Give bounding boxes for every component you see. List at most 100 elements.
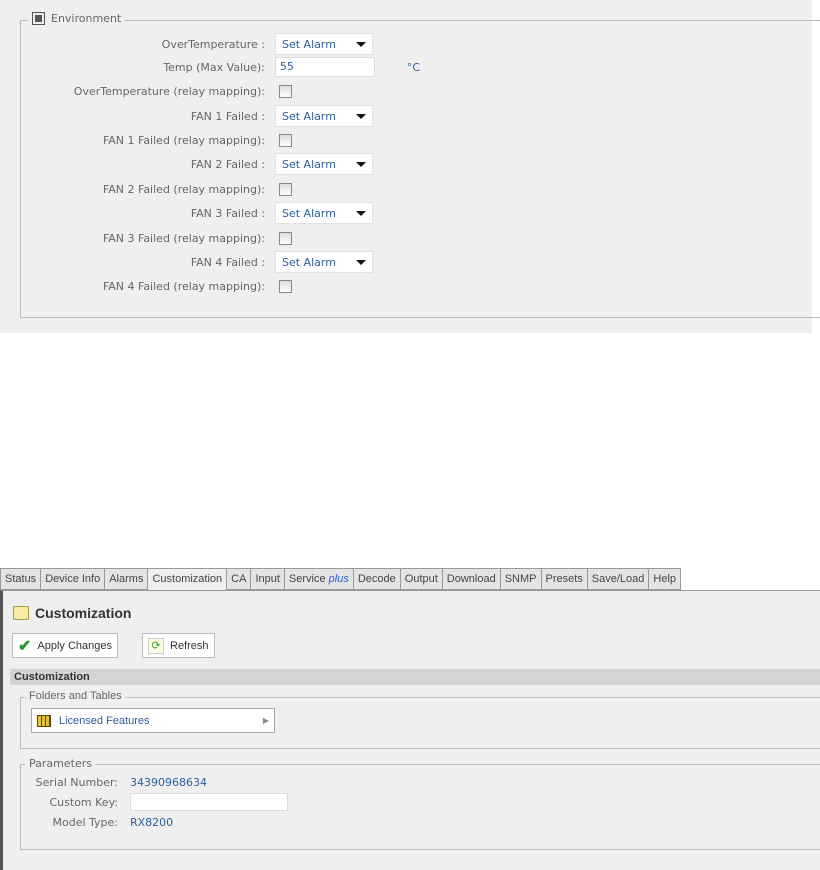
section-header: Customization xyxy=(10,669,820,685)
tab-presets[interactable]: Presets xyxy=(541,568,588,590)
alarm-select[interactable]: Set Alarm xyxy=(275,202,373,224)
chevron-down-icon xyxy=(356,161,366,167)
refresh-label: Refresh xyxy=(170,639,209,652)
table-icon xyxy=(37,714,51,727)
alarm-select[interactable]: Set Alarm xyxy=(275,153,373,175)
row-label: FAN 4 Failed : xyxy=(190,255,265,269)
licensed-features-label: Licensed Features xyxy=(59,714,150,727)
environment-row: FAN 2 Failed (relay mapping): xyxy=(0,178,420,200)
checkmark-icon: ✔ xyxy=(18,637,32,655)
page-title: Customization xyxy=(13,605,131,621)
tab-alarms[interactable]: Alarms xyxy=(105,568,149,590)
relay-mapping-checkbox[interactable] xyxy=(279,182,292,196)
environment-row: FAN 1 Failed (relay mapping): xyxy=(0,129,420,151)
environment-row: FAN 4 Failed (relay mapping): xyxy=(0,275,420,297)
customization-panel: Customization ✔ Apply Changes ⟳ Refresh … xyxy=(0,590,820,870)
tab-status[interactable]: Status xyxy=(0,568,42,590)
tab-label: Presets xyxy=(545,573,583,585)
environment-row: FAN 1 Failed : Set Alarm xyxy=(0,105,420,127)
model-type-value: RX8200 xyxy=(130,816,174,829)
environment-toggle-icon[interactable] xyxy=(32,12,45,25)
alarm-select[interactable]: Set Alarm xyxy=(275,105,373,127)
chevron-down-icon xyxy=(356,259,366,265)
page-title-text: Customization xyxy=(35,605,132,621)
tab-label: Decode xyxy=(357,573,396,585)
model-type-label: Model Type: xyxy=(52,816,119,829)
select-value: Set Alarm xyxy=(282,206,336,220)
tab-input[interactable]: Input xyxy=(251,568,285,590)
tab-customization[interactable]: Customization xyxy=(148,568,228,592)
relay-mapping-checkbox[interactable] xyxy=(279,133,292,147)
tab-device-info[interactable]: Device Info xyxy=(41,568,106,590)
unit-label: °C xyxy=(406,60,420,74)
parameters-legend: Parameters xyxy=(25,757,96,770)
tab-snmp[interactable]: SNMP xyxy=(500,568,542,590)
row-label: OverTemperature : xyxy=(161,37,265,51)
tab-help[interactable]: Help xyxy=(649,568,682,590)
folders-legend: Folders and Tables xyxy=(25,690,126,702)
chevron-down-icon xyxy=(356,113,366,119)
temp-max-input[interactable]: 55 xyxy=(274,57,375,77)
environment-row: OverTemperature (relay mapping): xyxy=(0,80,420,102)
row-label: FAN 3 Failed (relay mapping): xyxy=(102,231,265,245)
tab-label: Customization xyxy=(152,573,223,585)
custom-key-label: Custom Key: xyxy=(49,796,119,809)
alarm-select[interactable]: Set Alarm xyxy=(275,33,373,55)
select-value: Set Alarm xyxy=(282,109,336,123)
tab-download[interactable]: Download xyxy=(442,568,501,590)
tab-suffix: plus xyxy=(328,573,349,585)
tab-label: Download xyxy=(446,573,496,585)
environment-row: Temp (Max Value): 55 °C xyxy=(0,56,420,78)
chevron-down-icon xyxy=(356,210,366,216)
environment-row: FAN 3 Failed : Set Alarm xyxy=(0,202,420,224)
tab-label: Save/Load xyxy=(591,573,645,585)
tab-label: Alarms xyxy=(109,573,144,585)
relay-mapping-checkbox[interactable] xyxy=(279,84,292,98)
custom-key-input[interactable] xyxy=(130,793,288,811)
row-label: OverTemperature (relay mapping): xyxy=(73,84,265,98)
select-value: Set Alarm xyxy=(282,255,336,269)
row-label: FAN 1 Failed : xyxy=(190,109,265,123)
environment-panel: Environment OverTemperature : Set Alarm Te… xyxy=(0,0,820,333)
environment-legend: Environment xyxy=(28,12,126,25)
row-label: FAN 3 Failed : xyxy=(190,206,265,220)
serial-number-label: Serial Number: xyxy=(35,776,118,789)
apply-changes-button[interactable]: ✔ Apply Changes xyxy=(12,633,119,658)
tab-decode[interactable]: Decode xyxy=(353,568,401,590)
environment-row: FAN 4 Failed : Set Alarm xyxy=(0,251,420,273)
row-label: Temp (Max Value): xyxy=(163,60,265,74)
refresh-button[interactable]: ⟳ Refresh xyxy=(142,633,215,658)
tab-label: Device Info xyxy=(45,573,101,585)
select-value: Set Alarm xyxy=(282,37,336,51)
tab-ca[interactable]: CA xyxy=(227,568,252,590)
folder-icon xyxy=(13,606,29,620)
tab-label: Help xyxy=(653,573,677,585)
arrow-right-icon: ▶ xyxy=(262,716,269,725)
tab-service[interactable]: Service plus xyxy=(284,568,354,590)
tab-output[interactable]: Output xyxy=(400,568,443,590)
environment-row: FAN 2 Failed : Set Alarm xyxy=(0,153,420,175)
tab-save-load[interactable]: Save/Load xyxy=(587,568,650,590)
select-value: Set Alarm xyxy=(282,157,336,171)
tab-label: Status xyxy=(5,573,37,585)
refresh-icon: ⟳ xyxy=(148,637,164,654)
row-label: FAN 4 Failed (relay mapping): xyxy=(102,279,265,293)
row-label: FAN 1 Failed (relay mapping): xyxy=(102,133,265,147)
tab-label: SNMP xyxy=(504,573,537,585)
tab-label: Input xyxy=(255,573,280,585)
environment-title: Environment xyxy=(51,12,122,25)
tab-label: CA xyxy=(231,573,247,585)
relay-mapping-checkbox[interactable] xyxy=(279,279,292,293)
row-label: FAN 2 Failed : xyxy=(190,157,265,171)
chevron-down-icon xyxy=(356,41,366,47)
apply-label: Apply Changes xyxy=(37,639,113,652)
alarm-select[interactable]: Set Alarm xyxy=(275,251,373,273)
licensed-features-link[interactable]: Licensed Features ▶ xyxy=(31,708,275,733)
serial-number-value: 34390968634 xyxy=(130,776,207,789)
tab-bar: Status Device Info Alarms Customization CA In… xyxy=(0,568,682,592)
environment-row: FAN 3 Failed (relay mapping): xyxy=(0,227,420,249)
tab-label: Service xyxy=(288,573,326,585)
row-label: FAN 2 Failed (relay mapping): xyxy=(102,182,265,196)
relay-mapping-checkbox[interactable] xyxy=(279,231,292,245)
tab-label: Output xyxy=(404,573,438,585)
